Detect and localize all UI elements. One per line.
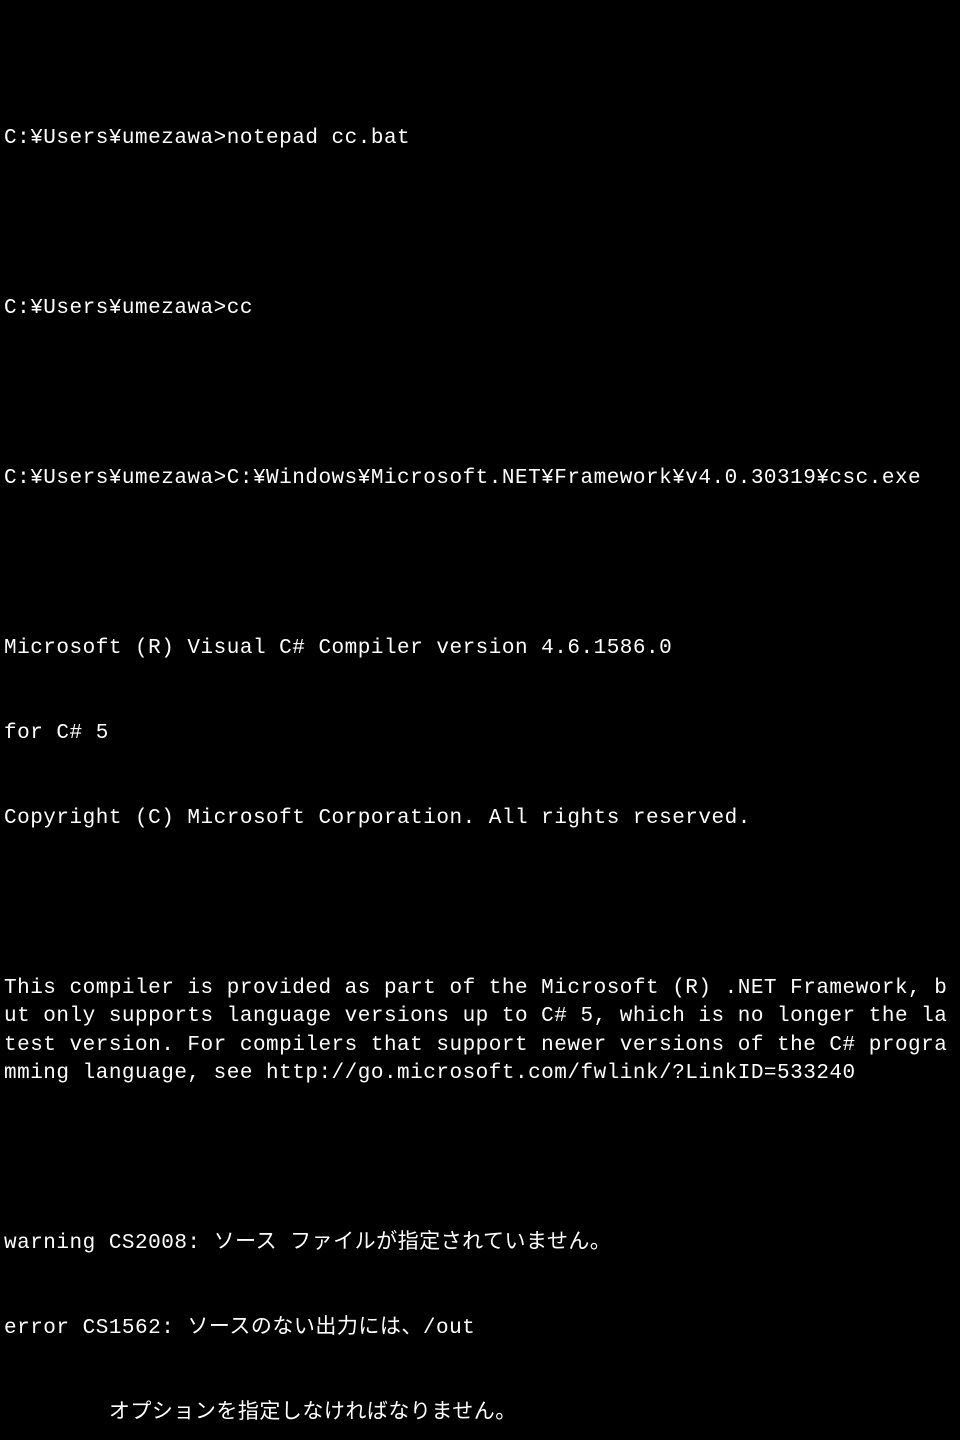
output-line: Copyright (C) Microsoft Corporation. All…: [4, 805, 956, 833]
output-line: This compiler is provided as part of the…: [4, 975, 956, 1088]
command-line: C:¥Users¥umezawa>cc: [4, 295, 956, 323]
warning-line: warning CS2008: ソース ファイルが指定されていません。: [4, 1230, 956, 1258]
blank-line: [4, 210, 956, 238]
blank-line: [4, 1145, 956, 1173]
output-line: Microsoft (R) Visual C# Compiler version…: [4, 635, 956, 663]
blank-line: [4, 550, 956, 578]
error-line: オプションを指定しなければなりません。: [4, 1400, 956, 1428]
output-line: for C# 5: [4, 720, 956, 748]
blank-line: [4, 380, 956, 408]
command-line: C:¥Users¥umezawa>notepad cc.bat: [4, 125, 956, 153]
command-line: C:¥Users¥umezawa>C:¥Windows¥Microsoft.NE…: [4, 465, 956, 493]
error-line: error CS1562: ソースのない出力には、/out: [4, 1315, 956, 1343]
blank-line: [4, 890, 956, 918]
terminal-window[interactable]: C:¥Users¥umezawa>notepad cc.bat C:¥Users…: [0, 60, 960, 600]
